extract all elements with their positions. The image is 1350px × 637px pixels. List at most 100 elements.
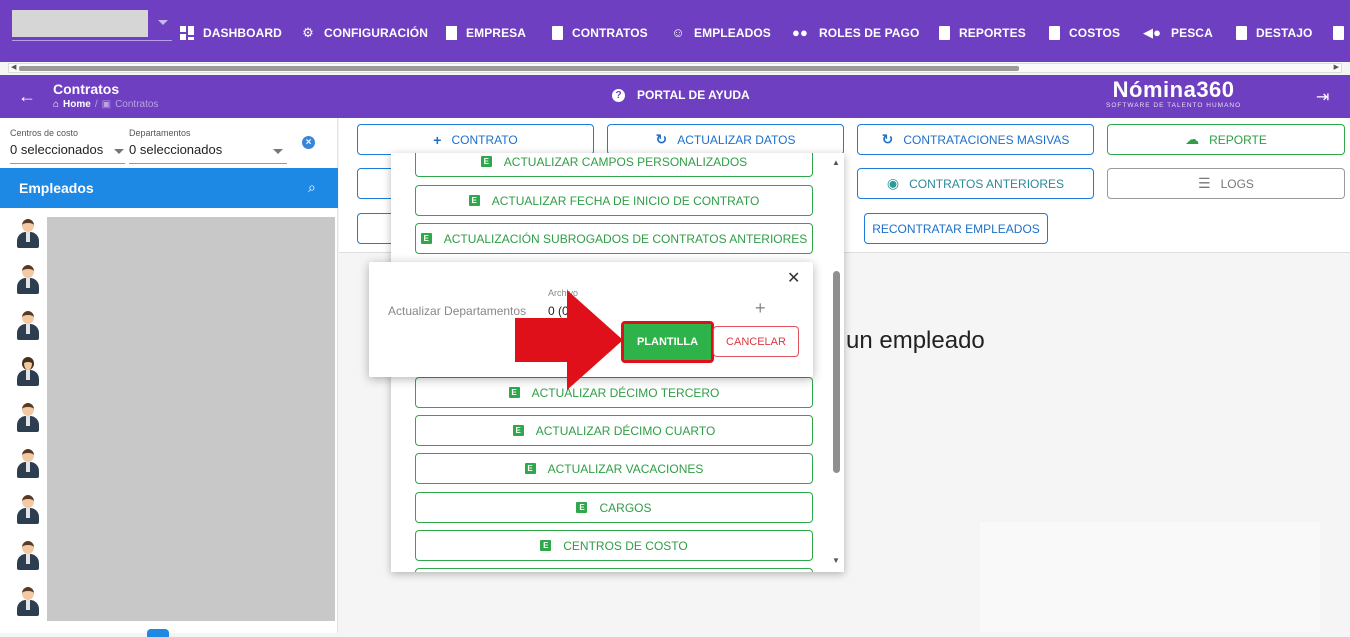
excel-icon: E: [480, 156, 492, 167]
logout-icon[interactable]: ⇥: [1316, 87, 1329, 107]
menu-item[interactable]: E ACTUALIZAR VACACIONES: [415, 453, 813, 484]
chevron-down-icon: [158, 20, 168, 25]
plus-icon[interactable]: +: [755, 298, 766, 319]
nav-more[interactable]: [1333, 24, 1350, 42]
nav-pesca[interactable]: ◀● PESCA: [1142, 24, 1213, 42]
clipboard-icon: [552, 26, 563, 40]
mass-hiring-button[interactable]: ↻ CONTRATACIONES MASIVAS: [857, 124, 1094, 155]
employee-avatar[interactable]: [16, 495, 40, 525]
home-icon: ⌂: [53, 99, 60, 110]
clear-filters-icon[interactable]: ×: [302, 136, 315, 149]
nav-contratos[interactable]: CONTRATOS: [552, 24, 648, 42]
excel-icon: E: [524, 463, 536, 474]
gear-icon: ⚙: [302, 25, 314, 40]
document-icon: [1333, 26, 1344, 40]
employee-sidebar: Centros de costo 0 seleccionados Departa…: [0, 118, 338, 637]
nav-destajo[interactable]: DESTAJO: [1236, 24, 1313, 42]
employee-avatar[interactable]: [16, 357, 40, 387]
nav-dashboard[interactable]: DASHBOARD: [180, 24, 282, 42]
menu-item[interactable]: E CARGOS: [415, 492, 813, 523]
company-select[interactable]: [12, 10, 172, 42]
rehire-employees-button[interactable]: RECONTRATAR EMPLEADOS: [864, 213, 1048, 244]
add-contract-button[interactable]: + CONTRATO: [357, 124, 594, 155]
employee-avatar[interactable]: [16, 311, 40, 341]
eye-icon: ◉: [886, 175, 900, 191]
update-data-button[interactable]: ↻ ACTUALIZAR DATOS: [607, 124, 844, 155]
employee-avatar[interactable]: [16, 541, 40, 571]
excel-icon: E: [576, 502, 588, 513]
excel-icon: E: [540, 540, 552, 551]
excel-icon: E: [468, 195, 480, 206]
scroll-right-icon[interactable]: ▶: [1334, 64, 1339, 72]
clipboard-icon: [939, 26, 950, 40]
close-icon[interactable]: ✕: [787, 268, 800, 288]
list-icon: ☰: [1198, 175, 1211, 191]
search-icon[interactable]: ⌕: [308, 179, 316, 196]
cost-centers-label: Centros de costo: [10, 128, 79, 138]
document-icon: [1236, 26, 1247, 40]
departments-select[interactable]: 0 seleccionados: [129, 142, 222, 157]
building-icon: [446, 26, 457, 40]
nav-empresa[interactable]: EMPRESA: [446, 24, 526, 42]
chevron-down-icon[interactable]: [114, 149, 124, 154]
menu-vertical-scrollbar[interactable]: ▲ ▼: [830, 153, 844, 572]
employee-names-redacted: [47, 217, 335, 621]
employee-avatar[interactable]: [16, 265, 40, 295]
plus-icon: +: [433, 131, 442, 148]
excel-icon: E: [420, 233, 432, 244]
company-select-value: [12, 10, 148, 37]
scroll-left-icon[interactable]: ◀: [11, 64, 16, 72]
refresh-icon: ↻: [881, 131, 894, 147]
fish-icon: ◀●: [1142, 25, 1162, 40]
arrow-left-icon[interactable]: ←: [18, 87, 36, 105]
red-arrow-annotation: [515, 290, 623, 390]
excel-icon: E: [512, 425, 524, 436]
cloud-download-icon: ☁: [1185, 131, 1200, 147]
report-button[interactable]: ☁ REPORTE: [1107, 124, 1345, 155]
menu-item[interactable]: E ACTUALIZACIÓN SUBROGADOS DE CONTRATOS A…: [415, 223, 813, 254]
chevron-down-icon[interactable]: [273, 149, 283, 154]
help-portal-link[interactable]: ? PORTAL DE AYUDA: [612, 88, 750, 102]
logs-button[interactable]: ☰ LOGS: [1107, 168, 1345, 199]
page-header: ← Contratos ⌂ Home / ▣ Contratos ? PORTA…: [0, 75, 1350, 118]
scroll-down-icon[interactable]: ▼: [832, 556, 840, 565]
top-navigation: DASHBOARD ⚙ CONFIGURACIÓN EMPRESA CONTRA…: [0, 0, 1350, 62]
refresh-icon: ↻: [655, 131, 668, 147]
breadcrumb-current: Contratos: [115, 99, 159, 110]
scroll-up-icon[interactable]: ▲: [832, 158, 840, 167]
employees-icon: ☺: [671, 25, 685, 40]
employee-avatar[interactable]: [16, 403, 40, 433]
template-button[interactable]: PLANTILLA: [621, 321, 714, 363]
dashboard-icon: [180, 26, 194, 40]
nav-roles-de-pago[interactable]: ●● ROLES DE PAGO: [790, 24, 919, 42]
menu-item[interactable]: E CENTROS DE COSTO: [415, 530, 813, 561]
scrollbar-thumb[interactable]: [19, 66, 1019, 71]
scrollbar-thumb[interactable]: [833, 271, 840, 473]
group-icon: ●●: [792, 25, 808, 40]
employee-avatar[interactable]: [16, 449, 40, 479]
dialog-label: Actualizar Departamentos: [388, 304, 527, 318]
previous-contracts-button[interactable]: ◉ CONTRATOS ANTERIORES: [857, 168, 1094, 199]
cost-centers-select[interactable]: 0 seleccionados: [10, 142, 103, 157]
cancel-button[interactable]: CANCELAR: [713, 326, 799, 357]
empty-state-text: un empleado: [846, 327, 985, 354]
invoice-icon: [1049, 26, 1060, 40]
menu-item[interactable]: E ACTUALIZAR FECHA DE INICIO DE CONTRATO: [415, 185, 813, 216]
menu-item[interactable]: E ACTUALIZAR DÉCIMO CUARTO: [415, 415, 813, 446]
nav-reportes[interactable]: REPORTES: [939, 24, 1026, 42]
nav-configuracion[interactable]: ⚙ CONFIGURACIÓN: [301, 24, 428, 42]
menu-item[interactable]: E ACTUALIZAR CAMPOS PERSONALIZADOS: [415, 153, 813, 177]
employee-avatar[interactable]: [16, 587, 40, 617]
employees-header: Empleados ⌕: [0, 168, 338, 208]
breadcrumb-home[interactable]: Home: [63, 99, 91, 110]
pagination-indicator[interactable]: [147, 629, 169, 637]
nav-costos[interactable]: COSTOS: [1049, 24, 1120, 42]
nav-horizontal-scrollbar[interactable]: ◀ ▶: [8, 63, 1342, 73]
departments-label: Departamentos: [129, 128, 191, 138]
breadcrumb: ⌂ Home / ▣ Contratos: [53, 99, 159, 110]
menu-item[interactable]: [415, 568, 813, 572]
employee-avatar[interactable]: [16, 219, 40, 249]
nav-empleados[interactable]: ☺ EMPLEADOS: [671, 24, 771, 42]
page-title: Contratos: [53, 81, 120, 97]
help-icon: ?: [612, 88, 625, 102]
